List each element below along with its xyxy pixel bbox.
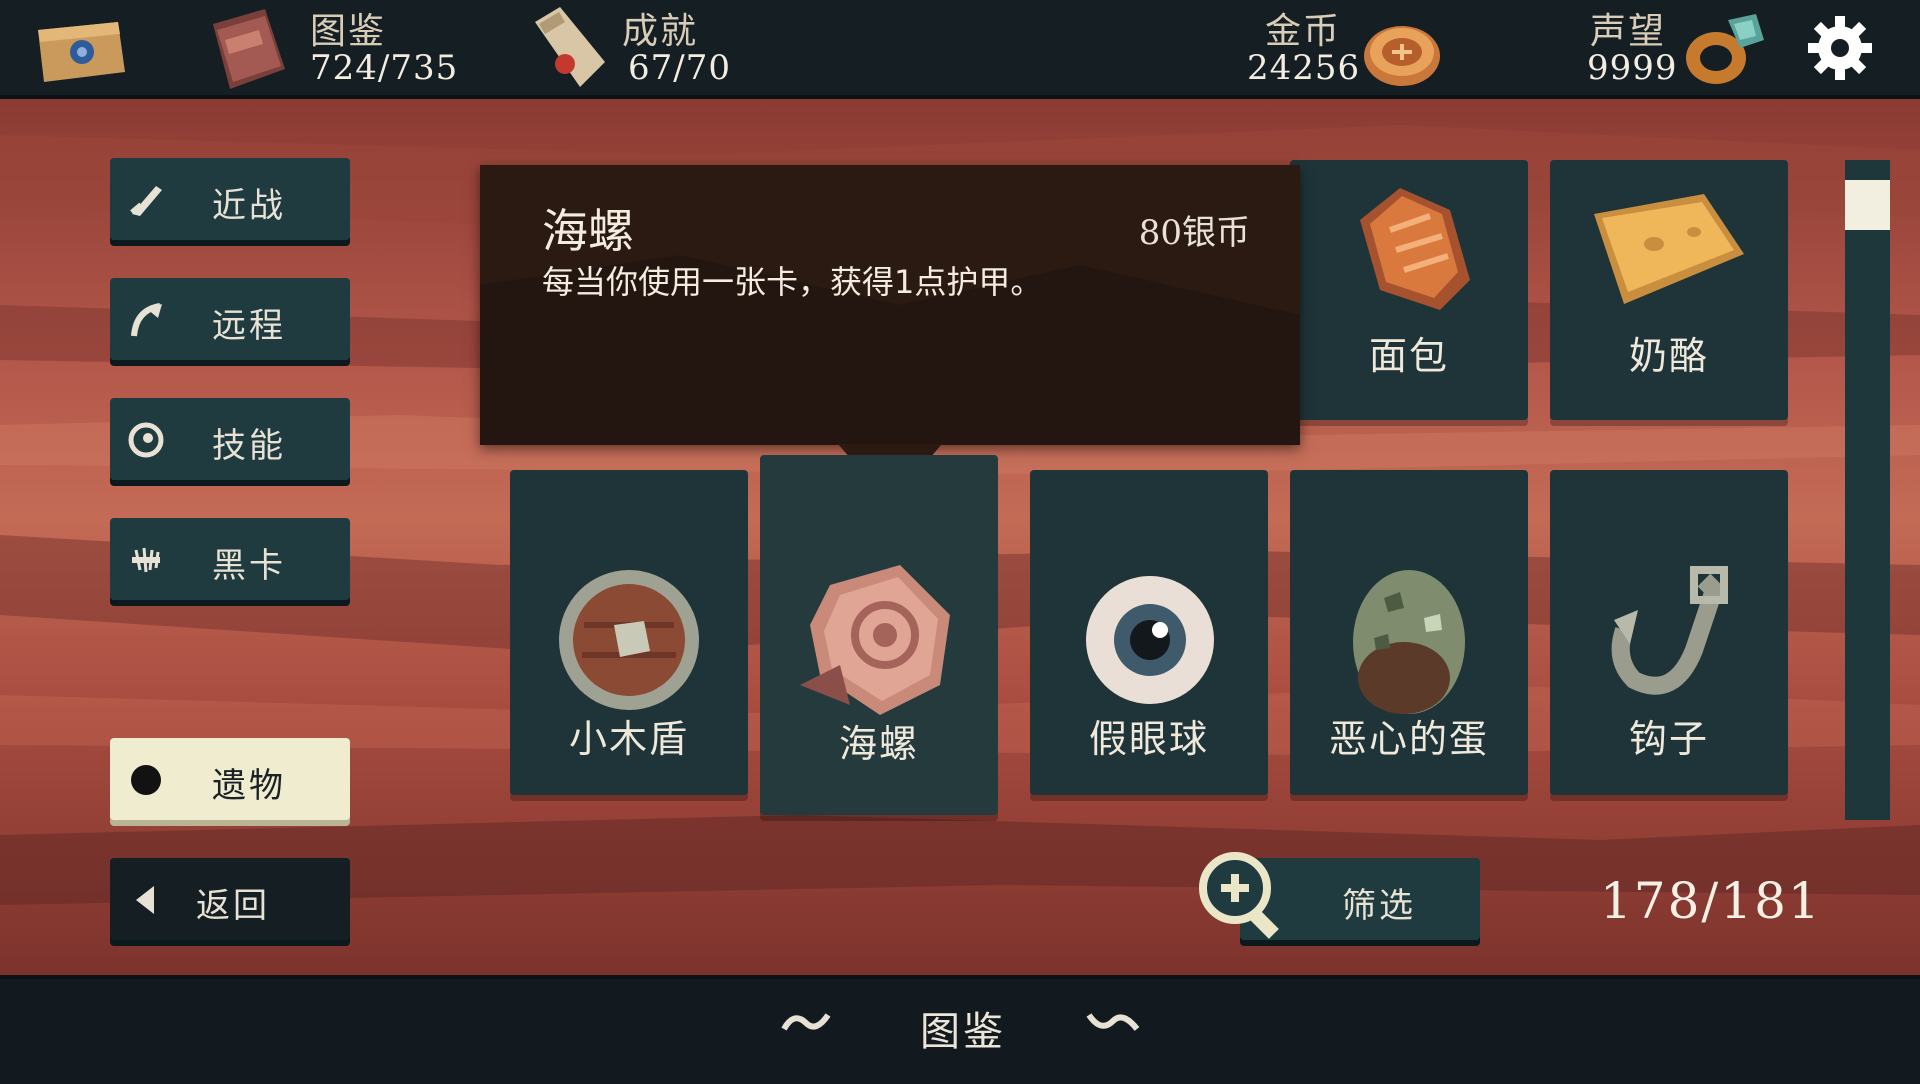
wooden-shield-icon	[559, 570, 699, 710]
gold-label: 金币	[1265, 11, 1342, 52]
scrollbar-thumb[interactable]	[1845, 180, 1890, 230]
card-cheese[interactable]: 奶酪	[1550, 160, 1788, 420]
card-name: 面包	[1368, 334, 1449, 378]
sidebar-item-skills[interactable]: 技能	[110, 398, 350, 480]
left-ornament-icon	[781, 1013, 831, 1031]
zoom-in-icon[interactable]	[1195, 848, 1285, 940]
card-name: 钩子	[1628, 717, 1709, 761]
card-wooden-shield[interactable]: 小木盾	[510, 470, 748, 795]
sidebar-item-label: 遗物	[212, 766, 286, 806]
reputation-value: 9999	[1587, 48, 1678, 88]
card-name: 恶心的蛋	[1328, 717, 1489, 761]
right-ornament-icon	[1086, 1013, 1140, 1031]
dot-icon	[131, 765, 161, 795]
sidebar-item-ranged[interactable]: 远程	[110, 278, 350, 360]
card-name: 海螺	[838, 722, 919, 766]
sidebar-item-melee[interactable]: 近战	[110, 158, 350, 240]
scroll-icon[interactable]	[525, 2, 615, 94]
journal-icon[interactable]	[30, 10, 130, 90]
card-name: 奶酪	[1628, 334, 1709, 378]
sidebar-item-relics[interactable]: 遗物	[110, 738, 350, 820]
filter-label: 筛选	[1342, 886, 1416, 926]
ring-icon	[1678, 10, 1768, 90]
tooltip-price: 80银币	[1138, 213, 1250, 253]
achievements-value: 67/70	[628, 48, 731, 88]
collection-count: 178/181	[1600, 872, 1822, 930]
sidebar-item-label: 技能	[212, 426, 286, 466]
card-fake-eyeball[interactable]: 假眼球	[1030, 470, 1268, 795]
hook-icon	[1611, 566, 1728, 695]
back-label: 返回	[196, 886, 270, 926]
sidebar-item-label: 远程	[212, 306, 286, 346]
card-name: 小木盾	[568, 717, 689, 761]
footer-title: 图鉴	[920, 1009, 1006, 1055]
sidebar-item-label: 黑卡	[212, 546, 286, 586]
cheese-icon	[1594, 194, 1744, 304]
achievements-label: 成就	[622, 11, 699, 52]
card-hook[interactable]: 钩子	[1550, 470, 1788, 795]
egg-icon	[1353, 570, 1465, 714]
tooltip-description: 每当你使用一张卡，获得1点护甲。	[542, 263, 1043, 301]
settings-gear-icon[interactable]	[1806, 14, 1874, 82]
scrollbar-track[interactable]	[1845, 160, 1890, 820]
tooltip-title: 海螺	[542, 204, 634, 258]
book-icon[interactable]	[195, 4, 295, 94]
back-button[interactable]: 返回	[110, 858, 350, 940]
sidebar-item-black-cards[interactable]: 黑卡	[110, 518, 350, 600]
card-conch[interactable]: 海螺	[760, 455, 998, 815]
sword-icon	[130, 186, 162, 216]
top-bar: 图鉴 724/735 成就 67/70 金币 24256 声望 9999	[0, 0, 1920, 99]
bread-icon	[1360, 188, 1470, 310]
bone-icon	[132, 547, 160, 573]
reputation-label: 声望	[1590, 11, 1667, 52]
gold-value: 24256	[1247, 48, 1361, 88]
card-bread[interactable]: 面包	[1290, 160, 1528, 420]
card-gross-egg[interactable]: 恶心的蛋	[1290, 470, 1528, 795]
gold-coin-icon	[1362, 18, 1442, 88]
bow-icon	[131, 303, 162, 337]
item-tooltip: 海螺 80银币 每当你使用一张卡，获得1点护甲。	[480, 165, 1300, 445]
compendium-value: 724/735	[310, 48, 459, 88]
card-name: 假眼球	[1088, 717, 1209, 761]
eyeball-icon	[1086, 576, 1214, 704]
sidebar-item-label: 近战	[212, 186, 286, 226]
back-arrow-icon	[136, 886, 154, 914]
spiral-icon	[128, 422, 164, 458]
conch-icon	[800, 565, 950, 715]
compendium-label: 图鉴	[310, 11, 387, 52]
bottom-bar: 图鉴	[0, 975, 1920, 1084]
